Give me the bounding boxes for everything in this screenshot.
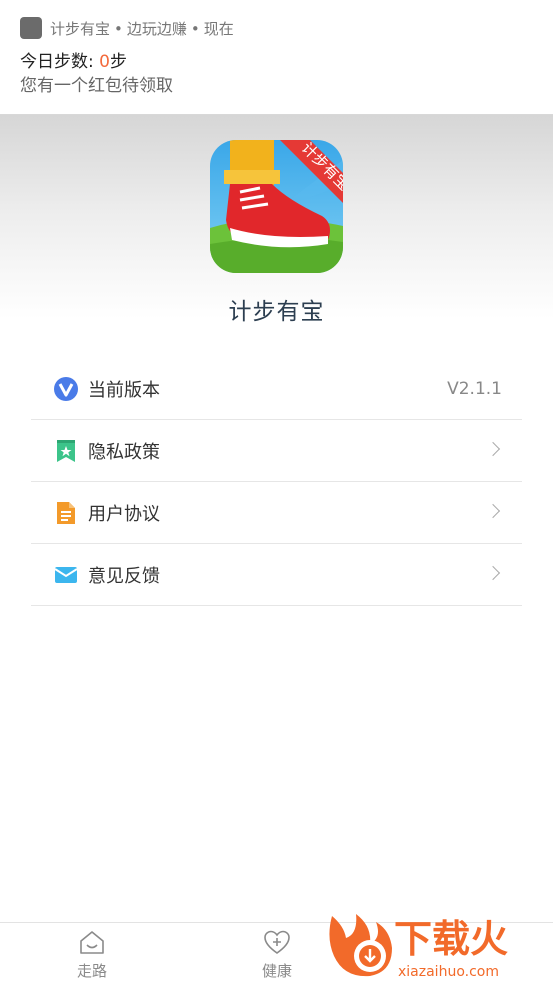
- home-smile-icon: [80, 931, 104, 954]
- menu-label-feedback: 意见反馈: [88, 565, 160, 587]
- steps-unit: 步: [109, 52, 127, 72]
- notification-tagline: 边玩边赚: [126, 19, 187, 38]
- steps-label: 今日步数:: [20, 52, 100, 72]
- menu-item-feedback[interactable]: 意见反馈: [31, 544, 522, 606]
- notification-body: 您有一个红包待领取: [20, 76, 173, 96]
- menu-item-privacy[interactable]: 隐私政策: [31, 420, 522, 482]
- notification-header: 计步有宝 • 边玩边赚 • 现在: [20, 17, 234, 39]
- step-count: 0: [99, 52, 110, 72]
- settings-menu: 当前版本 V2.1.1 隐私政策 用户协议 意见反馈: [31, 358, 522, 606]
- notification-meta: 计步有宝 • 边玩边赚 • 现在: [50, 18, 234, 39]
- menu-item-agreement[interactable]: 用户协议: [31, 482, 522, 544]
- document-icon: [54, 501, 78, 525]
- nav-item-health[interactable]: 健康: [247, 929, 307, 981]
- chevron-right-icon: [485, 441, 501, 457]
- mail-icon: [54, 563, 78, 587]
- watermark-logo: 下载火 xiazaihuo.com: [326, 908, 553, 983]
- app-small-icon: [20, 17, 42, 39]
- menu-item-version[interactable]: 当前版本 V2.1.1: [31, 358, 522, 420]
- app-name: 计步有宝: [228, 299, 325, 325]
- nav-label-health: 健康: [261, 962, 292, 980]
- menu-label-version: 当前版本: [88, 379, 160, 401]
- separator-dot: •: [114, 19, 123, 38]
- app-logo-image: 计步有宝: [210, 140, 343, 273]
- menu-label-agreement: 用户协议: [88, 503, 160, 525]
- notification-time: 现在: [203, 19, 234, 38]
- app-logo: 计步有宝: [210, 140, 343, 273]
- watermark-domain: xiazaihuo.com: [398, 964, 499, 980]
- separator-dot: •: [190, 19, 200, 38]
- notification-banner[interactable]: 计步有宝 • 边玩边赚 • 现在 今日步数: 0步 您有一个红包待领取: [0, 0, 553, 115]
- notification-app-name: 计步有宝: [50, 19, 111, 38]
- chevron-right-icon: [485, 503, 501, 519]
- watermark-brand: 下载火: [394, 917, 508, 961]
- menu-label-privacy: 隐私政策: [88, 441, 160, 463]
- version-value: V2.1.1: [447, 378, 502, 399]
- bookmark-star-icon: [54, 439, 78, 463]
- nav-label-walk: 走路: [76, 962, 107, 980]
- heart-plus-icon: [264, 930, 290, 954]
- notification-title: 今日步数: 0步: [20, 47, 127, 72]
- app-header: 计步有宝 计步有宝: [0, 115, 553, 355]
- chevron-right-icon: [485, 565, 501, 581]
- v-badge-icon: [54, 376, 78, 401]
- nav-item-walk[interactable]: 走路: [62, 929, 122, 981]
